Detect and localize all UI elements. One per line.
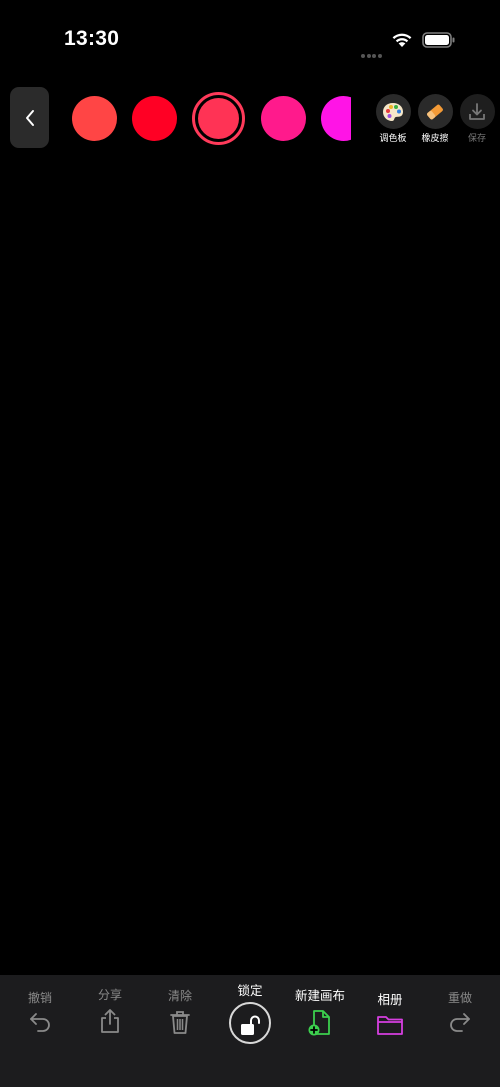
palette-icon [383, 102, 403, 121]
color-swatch[interactable] [321, 96, 351, 141]
undo-icon [30, 1013, 50, 1032]
share-icon [101, 1009, 119, 1033]
battery-icon [422, 32, 455, 48]
color-swatch[interactable] [132, 96, 177, 141]
drawing-canvas[interactable] [0, 160, 500, 972]
eraser-tool-button[interactable]: 橡皮擦 [417, 94, 453, 144]
album-button[interactable]: 相册 [350, 989, 430, 1037]
palette-tool-button[interactable]: 调色板 [375, 94, 411, 144]
new-canvas-button[interactable]: 新建画布 [280, 985, 360, 1037]
color-swatch-selected[interactable] [192, 92, 245, 145]
chevron-left-icon [25, 109, 34, 126]
cellular-signal-icon [361, 43, 383, 58]
status-time: 13:30 [64, 27, 120, 50]
eraser-icon [427, 104, 443, 119]
clear-label: 清除 [167, 989, 192, 1003]
folder-icon [377, 1016, 403, 1035]
wifi-icon [392, 33, 412, 47]
eraser-tool-label: 橡皮擦 [421, 134, 449, 144]
unlocked-lock-icon [241, 1015, 260, 1035]
trash-icon [170, 1011, 190, 1034]
share-button[interactable]: 分享 [70, 986, 150, 1034]
album-label: 相册 [377, 992, 403, 1007]
save-button[interactable]: 保存 [459, 94, 495, 144]
redo-label: 重做 [447, 991, 472, 1005]
color-swatch[interactable] [261, 96, 306, 141]
lock-label: 锁定 [237, 983, 263, 998]
lock-button[interactable]: 锁定 [210, 980, 290, 1044]
undo-label: 撤销 [27, 991, 52, 1005]
back-button[interactable] [10, 87, 49, 148]
redo-button[interactable]: 重做 [420, 989, 500, 1033]
palette-tool-label: 调色板 [379, 134, 407, 144]
new-canvas-label: 新建画布 [294, 988, 345, 1003]
color-swatch[interactable] [72, 96, 117, 141]
redo-icon [450, 1013, 470, 1032]
new-document-icon [308, 1010, 330, 1036]
undo-button[interactable]: 撤销 [0, 989, 80, 1033]
bottom-toolbar: 撤销 分享 清除 锁定 新建画布 相册 重做 [0, 975, 500, 1087]
save-download-icon [469, 102, 485, 120]
share-label: 分享 [97, 988, 122, 1002]
color-swatch-strip[interactable] [60, 88, 351, 148]
clear-button[interactable]: 清除 [140, 987, 220, 1035]
save-label: 保存 [467, 134, 486, 144]
